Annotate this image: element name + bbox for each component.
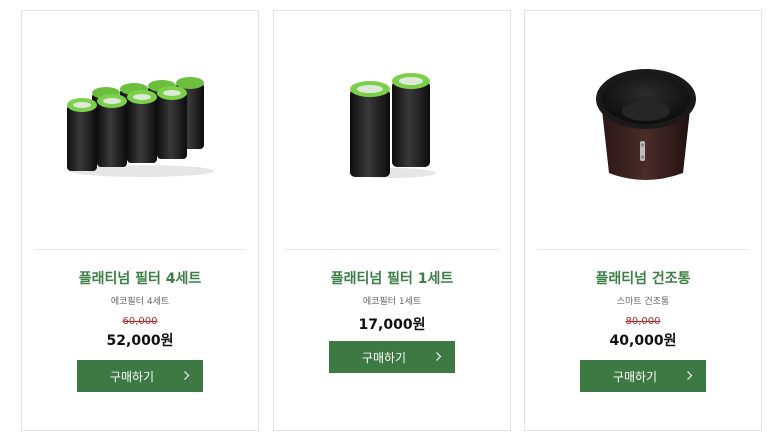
- sale-price: 52,000원: [106, 333, 174, 349]
- buy-button[interactable]: 구매하기: [329, 341, 455, 373]
- sale-price: 17,000원: [358, 317, 426, 333]
- sale-price: 40,000원: [609, 333, 677, 349]
- product-title[interactable]: 플래티넘 필터 1세트: [274, 269, 510, 289]
- product-card[interactable]: 플래티넘 필터 1세트 에코필터 1세트 17,000원 구매하기: [273, 10, 511, 431]
- chevron-right-icon: [184, 371, 190, 380]
- divider: [286, 249, 498, 250]
- product-image-filter-1set[interactable]: [274, 11, 510, 249]
- buy-button[interactable]: 구매하기: [77, 360, 203, 392]
- buy-button[interactable]: 구매하기: [580, 360, 706, 392]
- original-price: 60,000: [122, 316, 158, 327]
- product-image-dryer-bin[interactable]: [525, 11, 761, 249]
- product-subtitle: 에코필터 1세트: [362, 297, 422, 307]
- product-subtitle: 에코필터 4세트: [110, 297, 170, 307]
- product-title[interactable]: 플래티넘 필터 4세트: [22, 269, 258, 289]
- divider: [34, 249, 246, 250]
- product-card[interactable]: 플래티넘 필터 4세트 에코필터 4세트 60,000 52,000원 구매하기: [21, 10, 259, 431]
- chevron-right-icon: [687, 371, 693, 380]
- product-card[interactable]: 플래티넘 건조통 스마트 건조통 80,000 40,000원 구매하기: [524, 10, 762, 431]
- original-price: 80,000: [625, 316, 661, 327]
- divider: [537, 249, 749, 250]
- chevron-right-icon: [436, 352, 442, 361]
- product-subtitle: 스마트 건조통: [616, 297, 670, 307]
- product-image-filter-4set[interactable]: [22, 11, 258, 249]
- product-title[interactable]: 플래티넘 건조통: [525, 269, 761, 289]
